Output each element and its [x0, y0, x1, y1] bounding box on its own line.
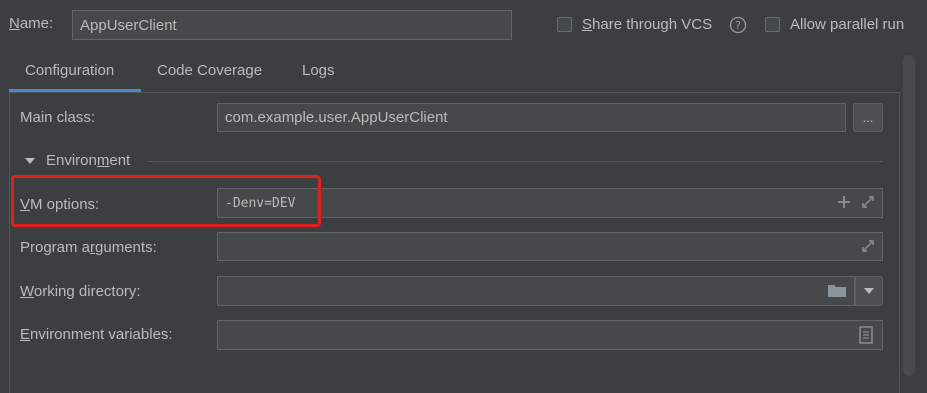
name-label: Name: — [9, 15, 54, 32]
share-vcs-checkbox[interactable] — [557, 17, 572, 32]
tab-configuration[interactable]: Configuration — [25, 62, 114, 79]
help-icon[interactable]: ? — [729, 16, 747, 34]
main-class-label: Main class: — [20, 109, 96, 126]
working-directory-dropdown[interactable] — [855, 276, 883, 306]
name-input[interactable]: AppUserClient — [72, 10, 512, 40]
highlight-annotation-box — [11, 175, 321, 227]
section-divider — [148, 161, 883, 162]
environment-section-label[interactable]: Environment — [46, 152, 130, 169]
expand-icon[interactable] — [860, 238, 876, 254]
folder-icon[interactable] — [827, 282, 847, 298]
environment-variables-input[interactable] — [217, 320, 883, 350]
dropdown-arrow-icon — [864, 288, 874, 294]
allow-parallel-checkbox[interactable] — [765, 17, 780, 32]
tab-logs[interactable]: Logs — [302, 62, 335, 79]
main-class-input[interactable]: com.example.user.AppUserClient — [217, 103, 846, 132]
browse-label: ... — [862, 110, 874, 125]
share-vcs-label[interactable]: Share through VCS — [582, 16, 712, 33]
working-directory-label: Working directory: — [20, 283, 141, 300]
expand-icon[interactable] — [860, 194, 876, 210]
environment-variables-label: Environment variables: — [20, 326, 173, 343]
name-value: AppUserClient — [80, 16, 177, 34]
allow-parallel-label[interactable]: Allow parallel run — [790, 16, 904, 33]
vertical-scrollbar[interactable] — [903, 55, 915, 376]
program-arguments-label: Program arguments: — [20, 239, 157, 256]
program-arguments-input[interactable] — [217, 232, 883, 261]
main-class-value: com.example.user.AppUserClient — [225, 109, 448, 126]
main-class-browse-button[interactable]: ... — [853, 103, 883, 132]
help-glyph: ? — [735, 19, 741, 32]
triangle-down-icon[interactable] — [24, 156, 36, 166]
tab-code-coverage[interactable]: Code Coverage — [157, 62, 262, 79]
document-icon[interactable] — [859, 326, 873, 344]
add-icon[interactable] — [837, 195, 851, 209]
working-directory-input[interactable] — [217, 276, 855, 306]
